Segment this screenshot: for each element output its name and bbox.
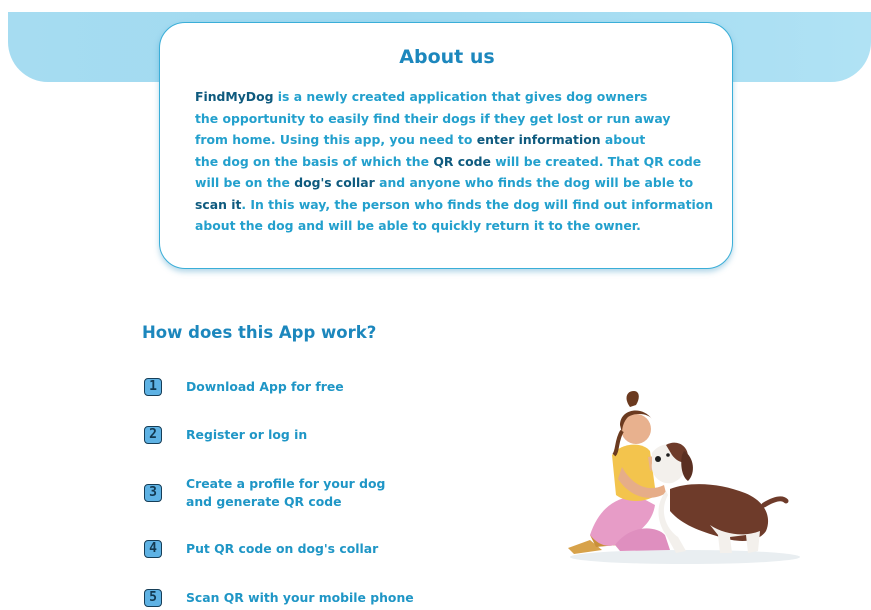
about-card: About us FindMyDog is a newly created ap…: [159, 22, 733, 269]
about-line: FindMyDog is a newly created application…: [195, 86, 715, 108]
about-line: the dog on the basis of which the QR cod…: [195, 151, 715, 173]
about-line: will be on the dog's collar and anyone w…: [195, 172, 715, 194]
about-line: about the dog and will be able to quickl…: [195, 215, 715, 237]
about-title: About us: [399, 46, 495, 68]
step-label: Create a profile for your dog and genera…: [186, 476, 386, 509]
digit-badge-icon: 4: [144, 540, 162, 558]
digit-badge-icon: 1: [144, 378, 162, 396]
about-line: scan it. In this way, the person who fin…: [195, 194, 715, 216]
page: About us FindMyDog is a newly created ap…: [0, 0, 871, 610]
about-emphasis: FindMyDog: [195, 89, 274, 104]
about-text-segment: the opportunity to easily find their dog…: [195, 110, 671, 126]
step-2: 2 Register or log in: [144, 426, 307, 444]
about-emphasis: QR code: [433, 153, 491, 169]
about-emphasis: scan it: [195, 196, 242, 212]
step-3: 3 Create a profile for your dog and gene…: [144, 475, 385, 511]
about-text-segment: . In this way, the person who finds the …: [241, 196, 714, 212]
digit-badge-icon: 5: [144, 589, 162, 607]
step-4: 4 Put QR code on dog's collar: [144, 540, 378, 558]
step-label: Download App for free: [186, 379, 344, 394]
about-text-segment: and anyone who finds the dog will be abl…: [374, 175, 694, 190]
step-label: Put QR code on dog's collar: [186, 541, 379, 556]
about-line: from home. Using this app, you need to e…: [195, 129, 715, 151]
girl-petting-dog-illustration: [568, 391, 800, 564]
step-label: Register or log in: [186, 427, 308, 442]
about-text-segment: from home. Using this app, you need to: [195, 132, 477, 147]
about-emphasis: enter information: [476, 132, 601, 147]
about-text-segment: the dog on the basis of which the: [195, 153, 434, 169]
how-it-works-title: How does this App work?: [142, 323, 377, 342]
digit-badge-icon: 3: [144, 484, 162, 502]
step-5: 5 Scan QR with your mobile phone: [144, 589, 414, 607]
about-description: FindMyDog is a newly created application…: [195, 86, 715, 237]
about-text-segment: is a newly created application that give…: [273, 89, 648, 104]
step-1: 1 Download App for free: [144, 378, 344, 396]
about-text-segment: about the dog and will be able to quickl…: [195, 218, 641, 233]
about-text-segment: will be created. That QR code: [490, 153, 702, 169]
about-emphasis: dog's collar: [294, 175, 375, 190]
about-text-segment: will be on the: [195, 175, 295, 190]
step-label: Scan QR with your mobile phone: [186, 590, 414, 605]
digit-badge-icon: 2: [144, 426, 162, 444]
about-line: the opportunity to easily find their dog…: [195, 108, 715, 130]
about-text-segment: about: [600, 132, 646, 147]
